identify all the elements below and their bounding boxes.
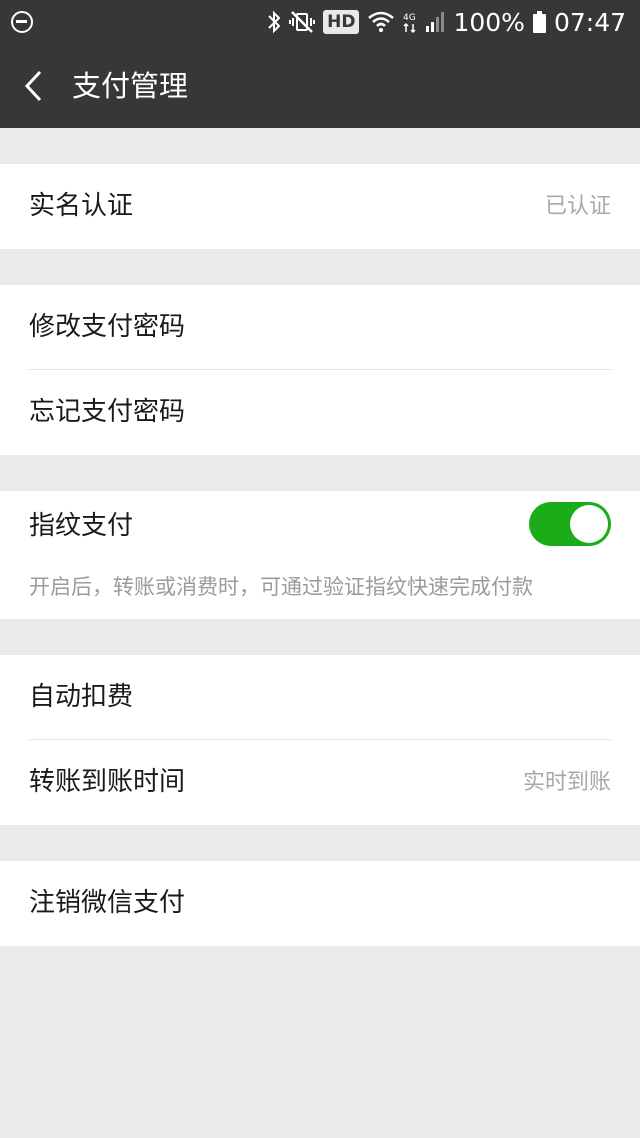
back-button[interactable] xyxy=(18,66,58,106)
change-password-row[interactable]: 修改支付密码 xyxy=(0,285,640,370)
page-title: 支付管理 xyxy=(72,69,189,103)
cancel-wechat-pay-label: 注销微信支付 xyxy=(29,888,186,918)
auto-deduct-label: 自动扣费 xyxy=(29,682,134,712)
transfer-time-label: 转账到账时间 xyxy=(29,767,186,797)
real-name-row[interactable]: 实名认证 已认证 xyxy=(0,164,640,249)
transfer-time-row[interactable]: 转账到账时间 实时到账 xyxy=(0,740,640,825)
fingerprint-hint: 开启后，转账或消费时，可通过验证指纹快速完成付款 xyxy=(29,575,533,599)
toggle-knob xyxy=(570,505,608,543)
fingerprint-toggle[interactable] xyxy=(529,502,611,546)
battery-percent: 100% xyxy=(453,7,525,37)
battery-icon xyxy=(532,11,546,33)
transfer-time-value: 实时到账 xyxy=(522,770,611,795)
real-name-label: 实名认证 xyxy=(29,191,134,221)
signal-icon xyxy=(425,11,445,33)
network-4g-icon: 4G xyxy=(403,10,417,34)
wifi-icon xyxy=(367,10,395,34)
identity-section: 实名认证 已认证 xyxy=(0,164,640,249)
forgot-password-row[interactable]: 忘记支付密码 xyxy=(0,370,640,455)
header-bar: 支付管理 xyxy=(0,44,640,128)
fingerprint-section: 指纹支付 开启后，转账或消费时，可通过验证指纹快速完成付款 xyxy=(0,491,640,619)
change-password-label: 修改支付密码 xyxy=(29,312,186,342)
do-not-disturb-icon xyxy=(11,11,33,33)
bluetooth-icon xyxy=(267,10,281,34)
vibrate-mute-icon xyxy=(289,10,316,34)
fingerprint-row: 指纹支付 xyxy=(0,491,640,561)
status-icons: HD 4G 100% 07:47 xyxy=(267,0,626,44)
real-name-status: 已认证 xyxy=(544,194,611,219)
status-bar: HD 4G 100% 07:47 xyxy=(0,0,640,44)
clock: 07:47 xyxy=(553,7,626,37)
cancel-wechat-pay-row[interactable]: 注销微信支付 xyxy=(0,861,640,946)
network-label: 4G xyxy=(403,13,416,23)
cancel-section: 注销微信支付 xyxy=(0,861,640,946)
payments-section: 自动扣费 转账到账时间 实时到账 xyxy=(0,655,640,825)
hd-badge: HD xyxy=(323,10,360,34)
forgot-password-label: 忘记支付密码 xyxy=(29,397,186,427)
auto-deduct-row[interactable]: 自动扣费 xyxy=(0,655,640,740)
chevron-left-icon xyxy=(24,70,42,102)
password-section: 修改支付密码 忘记支付密码 xyxy=(0,285,640,455)
fingerprint-label: 指纹支付 xyxy=(29,511,134,541)
